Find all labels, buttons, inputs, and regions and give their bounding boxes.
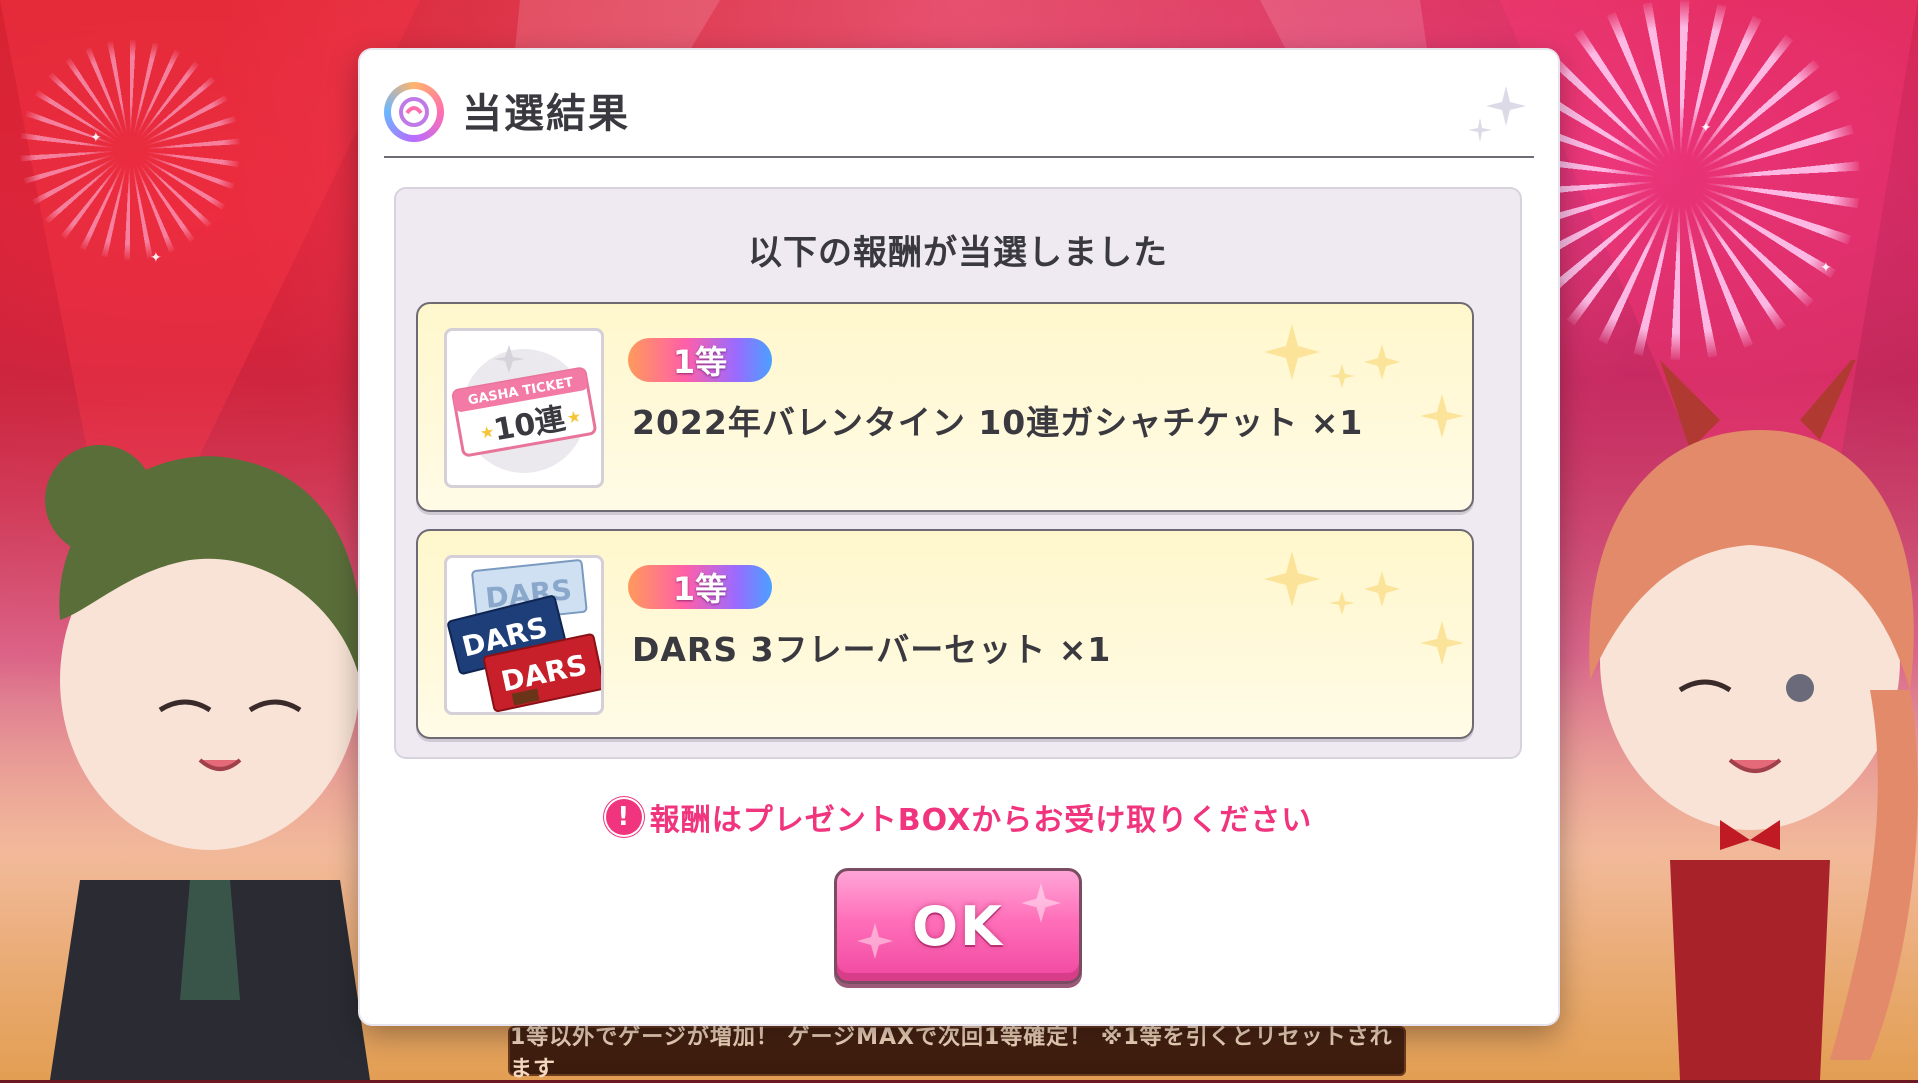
sparkle-icon: ✦ (1700, 120, 1712, 136)
gasha-ticket-icon: GASHA TICKET 10連 ★ ★ (451, 345, 597, 473)
rank-badge: 1等 (628, 565, 772, 609)
dialog-title: 当選結果 (462, 91, 630, 137)
ok-button-label: OK (912, 894, 1004, 958)
reward-item: GASHA TICKET 10連 ★ ★ 1等 2022年バレンタイン 10連ガ… (416, 302, 1474, 512)
rank-badge: 1等 (628, 338, 772, 382)
reward-name: 2022年バレンタイン 10連ガシャチケット ×1 (632, 403, 1364, 442)
ok-button[interactable]: OK (834, 868, 1082, 984)
reward-item: DARS DARS DARS 1等 DARS 3フレーバーセット ×1 (416, 529, 1474, 739)
sparkle-icon (857, 923, 893, 959)
notice-text: 報酬はプレゼントBOXからお受け取りください (649, 803, 1313, 838)
reward-thumbnail: GASHA TICKET 10連 ★ ★ (444, 328, 604, 488)
rewards-panel: 以下の報酬が当選しました GASHA TICKET 10連 ★ ★ 1等 202… (394, 187, 1522, 759)
sparkle-icon (1021, 883, 1061, 923)
sparkle-icon: ✦ (150, 250, 162, 266)
dialog-header: 当選結果 (384, 72, 1534, 158)
sparkle-icon (1468, 86, 1526, 142)
reward-thumbnail: DARS DARS DARS (444, 555, 604, 715)
result-dialog: 当選結果 以下の報酬が当選しました GASHA TICKET 10連 ★ ★ 1… (360, 50, 1558, 1024)
firework-effect (20, 40, 240, 260)
character-left (45, 445, 370, 1080)
gauge-info-banner: 1等以外でゲージが増加！ ゲージMAXで次回1等確定！ ※1等を引くとリセットさ… (508, 1025, 1406, 1082)
exclamation-icon: ! (605, 799, 642, 835)
sparkle-icon: ✦ (1820, 260, 1832, 276)
notice-message: ! 報酬はプレゼントBOXからお受け取りください (360, 795, 1558, 839)
character-right (1589, 360, 1918, 1080)
chocolate-box-icon: DARS DARS DARS (447, 559, 601, 712)
sparkle-icon: ✦ (90, 130, 102, 146)
sparkle-decoration (1264, 551, 1464, 665)
lottery-result-icon (384, 82, 444, 142)
rewards-heading: 以下の報酬が当選しました (748, 233, 1168, 273)
reward-name: DARS 3フレーバーセット ×1 (632, 630, 1112, 669)
